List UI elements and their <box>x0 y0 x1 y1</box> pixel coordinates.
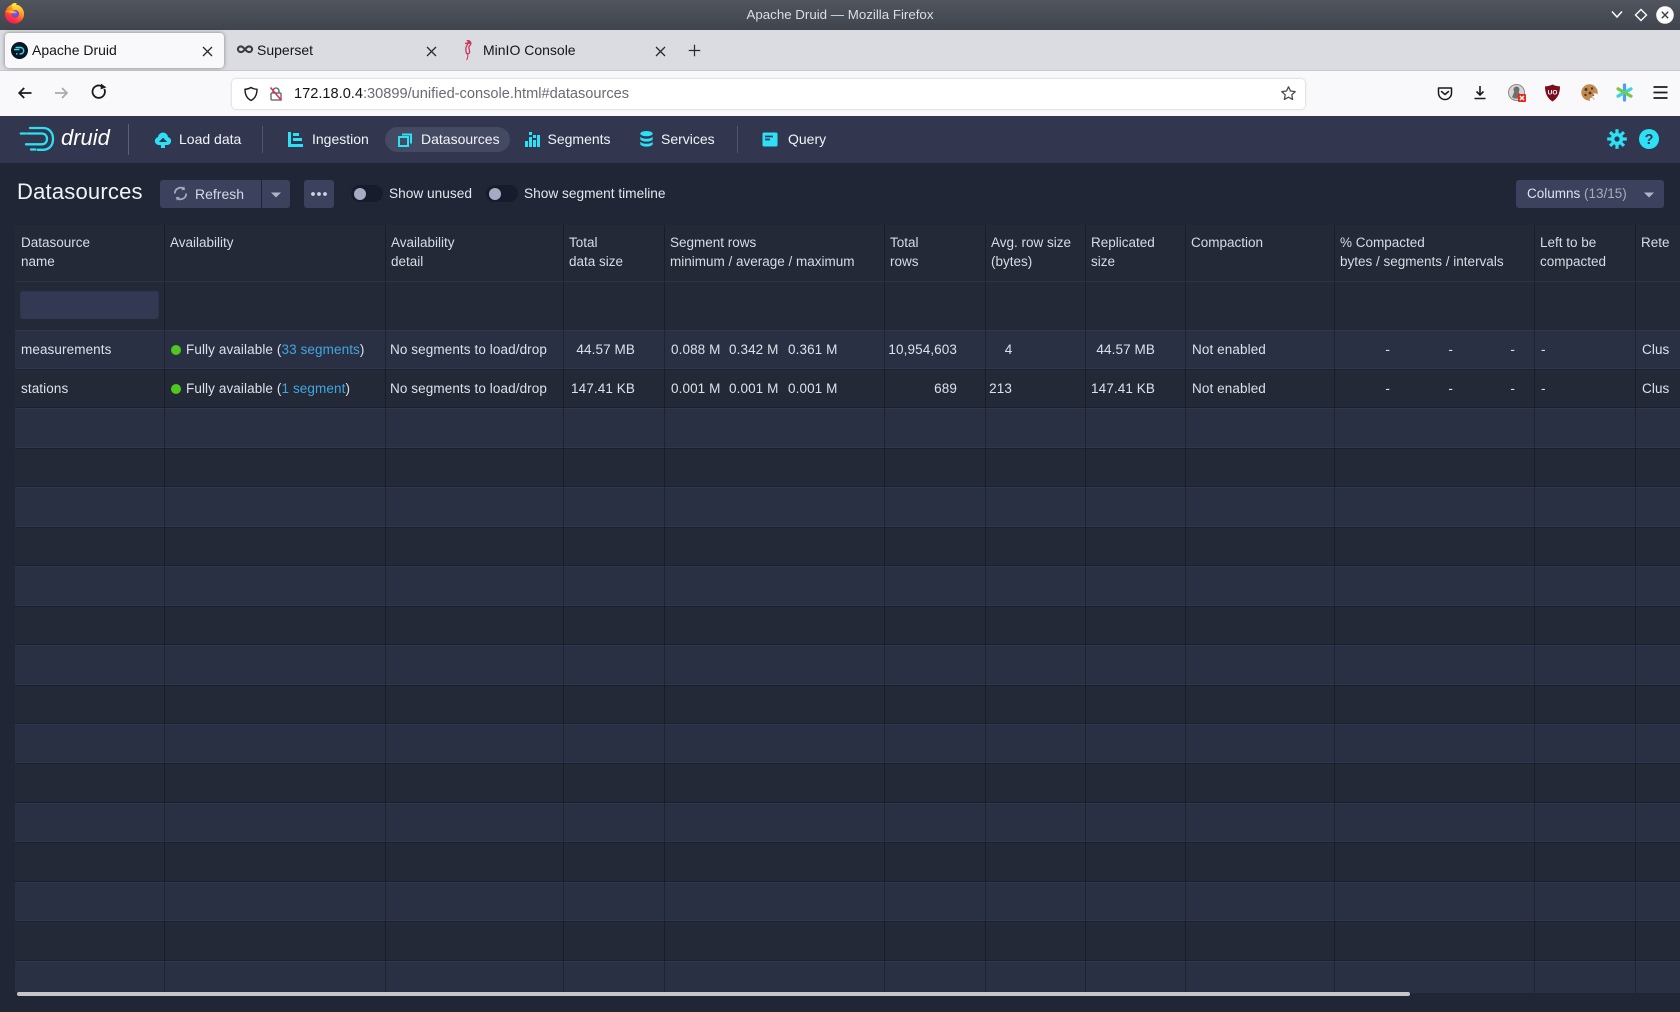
svg-text:UO: UO <box>1548 90 1558 97</box>
svg-text:?: ? <box>1645 132 1654 148</box>
